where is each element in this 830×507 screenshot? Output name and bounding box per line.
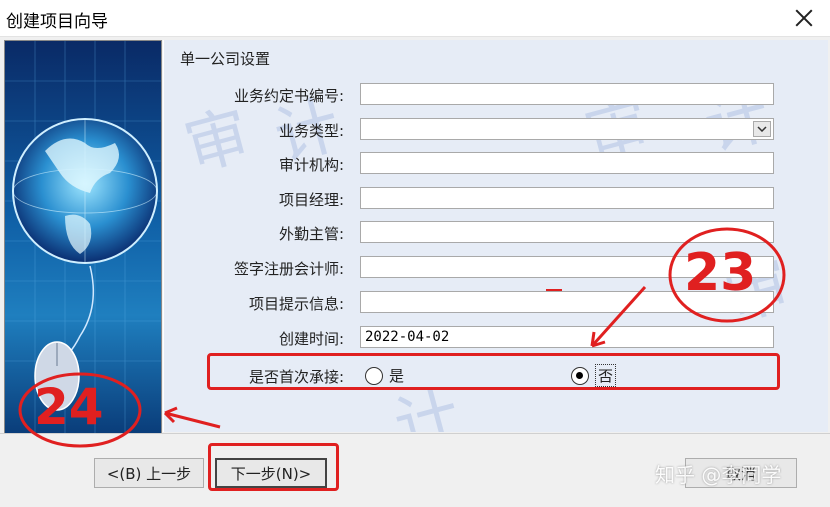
business-type-label: 业务类型: xyxy=(278,122,344,140)
field-supervisor-label: 外勤主管: xyxy=(278,225,344,243)
contract-number-input[interactable] xyxy=(360,83,774,105)
annotation-number-24: 24 xyxy=(34,378,104,436)
project-hint-label: 项目提示信息: xyxy=(248,295,344,313)
globe-mouse-illustration xyxy=(5,41,161,433)
project-manager-input[interactable] xyxy=(360,187,774,209)
creation-time-input[interactable]: 2022-04-02 xyxy=(360,326,774,348)
signing-cpa-label: 签字注册会计师: xyxy=(233,260,344,278)
section-title: 单一公司设置 xyxy=(180,50,271,68)
audit-firm-label: 审计机构: xyxy=(278,156,344,174)
creation-time-label: 创建时间: xyxy=(278,330,344,348)
project-manager-label: 项目经理: xyxy=(278,191,344,209)
annotation-box-next xyxy=(208,443,339,491)
annotation-box-radio xyxy=(207,353,780,390)
chevron-down-icon[interactable] xyxy=(753,121,771,137)
annotation-number-23: 23 xyxy=(684,243,757,303)
contract-number-label: 业务约定书编号: xyxy=(233,87,344,105)
back-button[interactable]: <(B) 上一步 xyxy=(94,458,204,488)
audit-firm-input[interactable] xyxy=(360,152,774,174)
wizard-illustration xyxy=(4,40,162,434)
zhihu-watermark: 知乎 @李同学 xyxy=(655,463,782,487)
title-bar: 创建项目向导 xyxy=(0,0,830,37)
close-icon[interactable] xyxy=(792,6,816,30)
business-type-select[interactable] xyxy=(360,118,774,140)
window-title: 创建项目向导 xyxy=(6,12,108,32)
field-supervisor-input[interactable] xyxy=(360,221,774,243)
